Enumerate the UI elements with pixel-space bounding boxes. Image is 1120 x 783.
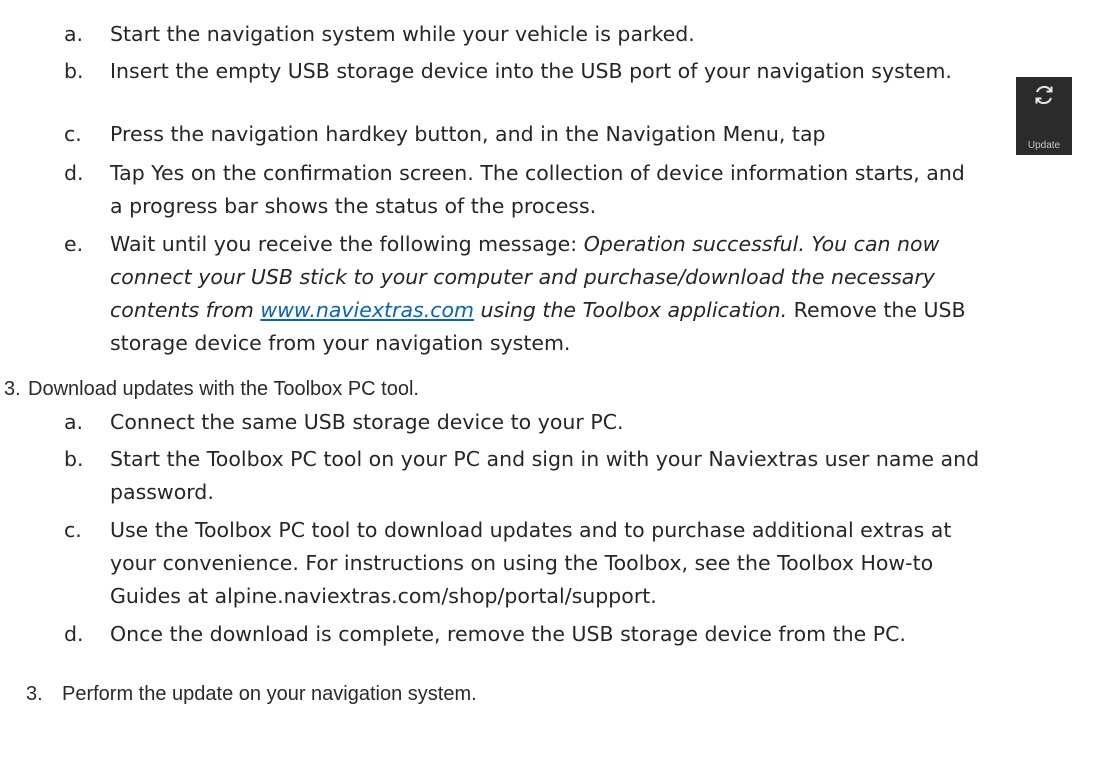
list-item-b: Insert the empty USB storage device into… [110,59,952,83]
message-lead-text: Wait until you receive the following mes… [110,232,584,256]
list2-item-d: Once the download is complete, remove th… [110,622,906,646]
list2-marker-c: c. [64,518,82,542]
list2-marker-b: b. [64,447,84,471]
step-number-perform: 3. [26,683,43,705]
step-heading-download: Download updates with the Toolbox PC too… [28,378,419,400]
list2-item-b-line2: password. [110,480,214,504]
list-item-d-line2: a progress bar shows the status of the p… [110,194,597,218]
list-item-d-line1: Tap Yes on the confirmation screen. The … [110,161,965,185]
list-marker-e: e. [64,232,84,256]
message-text-3: contents from [110,298,261,322]
list2-marker-a: a. [64,410,84,434]
list2-item-a: Connect the same USB storage device to y… [110,410,624,434]
list-marker-d: d. [64,161,84,185]
list-item-c: Press the navigation hardkey button, and… [110,122,826,146]
remove-text-1: Remove the USB [787,298,966,322]
refresh-icon [1035,85,1053,105]
list2-item-c-line1: Use the Toolbox PC tool to download upda… [110,518,952,542]
list2-item-b-line1: Start the Toolbox PC tool on your PC and… [110,447,980,471]
naviextras-link[interactable]: www.naviextras.com [260,298,474,322]
message-text-2: connect your USB stick to your computer … [110,265,935,289]
list-item-e-line1: Wait until you receive the following mes… [110,230,939,258]
list2-item-c-line3: Guides at alpine.naviextras.com/shop/por… [110,584,657,608]
remove-text-2: storage device from your navigation syst… [110,331,571,355]
message-text-4: using the Toolbox application. [474,298,788,322]
list-marker-c: c. [64,122,82,146]
document-page: a. Start the navigation system while you… [0,0,1120,783]
list-item-e-line3: contents from www.naviextras.com using t… [110,296,966,324]
step-number: 3. [4,378,21,400]
list2-item-c-line2: your convenience. For instructions on us… [110,551,934,575]
list-item-a: Start the navigation system while your v… [110,22,695,46]
list-marker-a: a. [64,22,84,46]
list2-marker-d: d. [64,622,84,646]
message-text-1: Operation successful. You can now [583,232,940,256]
step-heading-perform: Perform the update on your navigation sy… [62,683,477,705]
list-marker-b: b. [64,59,84,83]
update-button[interactable]: Update [1016,77,1072,155]
update-button-label: Update [1027,140,1061,151]
